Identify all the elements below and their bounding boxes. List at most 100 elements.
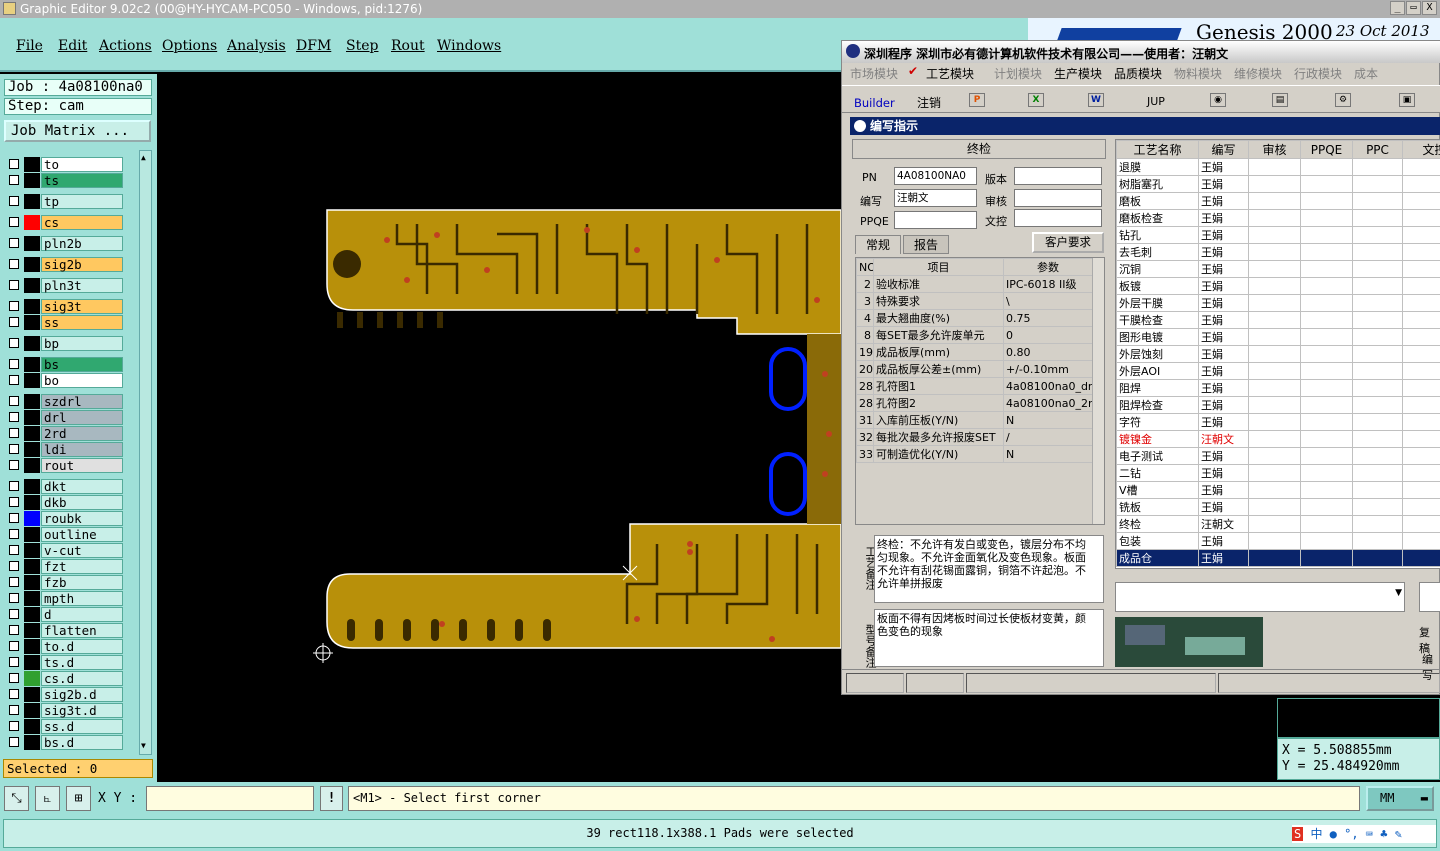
- menu-analysis[interactable]: Analysis: [227, 38, 286, 54]
- computer-icon[interactable]: ▣: [1399, 93, 1415, 107]
- table-row[interactable]: 磨板检查 王娟: [1116, 209, 1440, 227]
- module-tab[interactable]: 物料模块: [1174, 65, 1222, 82]
- layer-color-swatch[interactable]: [24, 479, 40, 494]
- layer-checkbox[interactable]: [9, 577, 19, 587]
- layer-checkbox[interactable]: [9, 673, 19, 683]
- params-header[interactable]: NO: [856, 258, 874, 276]
- menu-edit[interactable]: Edit: [58, 38, 87, 54]
- process-header[interactable]: 文控: [1402, 140, 1440, 159]
- layer-checkbox[interactable]: [9, 259, 19, 269]
- table-row[interactable]: 19 成品板厚(mm) 0.80: [856, 343, 1093, 361]
- module-tab[interactable]: 维修模块: [1234, 65, 1282, 82]
- process-header[interactable]: 审核: [1248, 140, 1301, 159]
- tab-general[interactable]: 常规: [855, 235, 901, 254]
- layer-name[interactable]: ldi: [41, 442, 123, 457]
- table-row[interactable]: 2 验收标准 IPC-6018 II级: [856, 275, 1093, 293]
- layer-checkbox[interactable]: [9, 561, 19, 571]
- layer-color-swatch[interactable]: [24, 543, 40, 558]
- module-tab[interactable]: 成本: [1354, 65, 1378, 82]
- layer-checkbox[interactable]: [9, 481, 19, 491]
- module-tab[interactable]: 品质模块: [1114, 65, 1162, 82]
- table-row[interactable]: 二钻 王娟: [1116, 464, 1440, 482]
- layer-name[interactable]: mpth: [41, 591, 123, 606]
- layer-color-swatch[interactable]: [24, 687, 40, 702]
- select-tool-icon[interactable]: ⤡: [4, 786, 29, 811]
- table-row[interactable]: V槽 王娟: [1116, 481, 1440, 499]
- layer-checkbox[interactable]: [9, 338, 19, 348]
- table-row[interactable]: 外层干膜 王娟: [1116, 294, 1440, 312]
- maximize-button[interactable]: ▭: [1406, 1, 1421, 15]
- review-field[interactable]: [1014, 189, 1102, 207]
- layer-name[interactable]: tp: [41, 194, 123, 209]
- process-header[interactable]: PPC: [1352, 140, 1403, 159]
- layer-checkbox[interactable]: [9, 460, 19, 470]
- table-row[interactable]: 钻孔 王娟: [1116, 226, 1440, 244]
- writer-field[interactable]: 汪朝文: [894, 189, 977, 207]
- tab-report[interactable]: 报告: [903, 235, 949, 254]
- layer-color-swatch[interactable]: [24, 157, 40, 172]
- layer-color-swatch[interactable]: [24, 194, 40, 209]
- table-row[interactable]: 铣板 王娟: [1116, 498, 1440, 516]
- layer-color-swatch[interactable]: [24, 655, 40, 670]
- scroll-down-icon[interactable]: ▼: [141, 741, 146, 750]
- layer-name[interactable]: ts: [41, 173, 123, 188]
- module-tab[interactable]: 计划模块: [994, 65, 1042, 82]
- layer-color-swatch[interactable]: [24, 458, 40, 473]
- layer-name[interactable]: bs.d: [41, 735, 123, 750]
- layer-name[interactable]: to.d: [41, 639, 123, 654]
- layer-name[interactable]: cs.d: [41, 671, 123, 686]
- layer-scrollbar[interactable]: ▲ ▼: [139, 150, 152, 755]
- layer-checkbox[interactable]: [9, 513, 19, 523]
- table-row[interactable]: 退膜 王娟: [1116, 158, 1440, 176]
- table-row[interactable]: 树脂塞孔 王娟: [1116, 175, 1440, 193]
- word-icon[interactable]: W: [1088, 93, 1104, 107]
- layer-checkbox[interactable]: [9, 196, 19, 206]
- table-row[interactable]: 成品仓 王娟: [1116, 549, 1440, 567]
- jup-button[interactable]: JUP: [1147, 95, 1165, 108]
- layer-color-swatch[interactable]: [24, 299, 40, 314]
- layer-checkbox[interactable]: [9, 412, 19, 422]
- layer-checkbox[interactable]: [9, 359, 19, 369]
- layer-name[interactable]: sig3t: [41, 299, 123, 314]
- table-row[interactable]: 外层蚀刻 王娟: [1116, 345, 1440, 363]
- layer-color-swatch[interactable]: [24, 719, 40, 734]
- menu-file[interactable]: File: [16, 38, 43, 54]
- layer-name[interactable]: d: [41, 607, 123, 622]
- layer-color-swatch[interactable]: [24, 575, 40, 590]
- layer-checkbox[interactable]: [9, 641, 19, 651]
- layer-color-swatch[interactable]: [24, 495, 40, 510]
- doc-control-field[interactable]: [1014, 209, 1102, 227]
- layer-name[interactable]: sig2b: [41, 257, 123, 272]
- layer-color-swatch[interactable]: [24, 336, 40, 351]
- table-row[interactable]: 图形电镀 王娟: [1116, 328, 1440, 346]
- layer-color-swatch[interactable]: [24, 527, 40, 542]
- grid-tool-icon[interactable]: ⊞: [66, 786, 91, 811]
- alert-icon[interactable]: !: [320, 786, 343, 811]
- ime-toolbar[interactable]: S 中 ● °, ⌨ ♣ ✎: [1292, 825, 1436, 843]
- layer-color-swatch[interactable]: [24, 373, 40, 388]
- layer-name[interactable]: ts.d: [41, 655, 123, 670]
- layer-checkbox[interactable]: [9, 396, 19, 406]
- layer-color-swatch[interactable]: [24, 410, 40, 425]
- layer-color-swatch[interactable]: [24, 173, 40, 188]
- table-row[interactable]: 沉铜 王娟: [1116, 260, 1440, 278]
- layer-color-swatch[interactable]: [24, 426, 40, 441]
- logout-button[interactable]: 注销: [917, 94, 941, 111]
- layer-color-swatch[interactable]: [24, 257, 40, 272]
- layer-checkbox[interactable]: [9, 301, 19, 311]
- menu-actions[interactable]: Actions: [99, 38, 152, 54]
- model-note[interactable]: 板面不得有因烤板时间过长使板材变黄，颜色变色的现象: [874, 609, 1104, 667]
- menu-step[interactable]: Step: [346, 38, 378, 54]
- layer-color-swatch[interactable]: [24, 735, 40, 750]
- layer-checkbox[interactable]: [9, 657, 19, 667]
- version-field[interactable]: [1014, 167, 1102, 185]
- table-row[interactable]: 电子测试 王娟: [1116, 447, 1440, 465]
- layer-name[interactable]: bp: [41, 336, 123, 351]
- layer-color-swatch[interactable]: [24, 357, 40, 372]
- layer-name[interactable]: sig2b.d: [41, 687, 123, 702]
- pcb-canvas[interactable]: [157, 74, 841, 782]
- table-row[interactable]: 镀镍金 汪朝文: [1116, 430, 1440, 448]
- table-row[interactable]: 4 最大翘曲度(%) 0.75: [856, 309, 1093, 327]
- xy-input[interactable]: [146, 786, 314, 811]
- table-row[interactable]: 31 入库前压板(Y/N) N: [856, 411, 1093, 429]
